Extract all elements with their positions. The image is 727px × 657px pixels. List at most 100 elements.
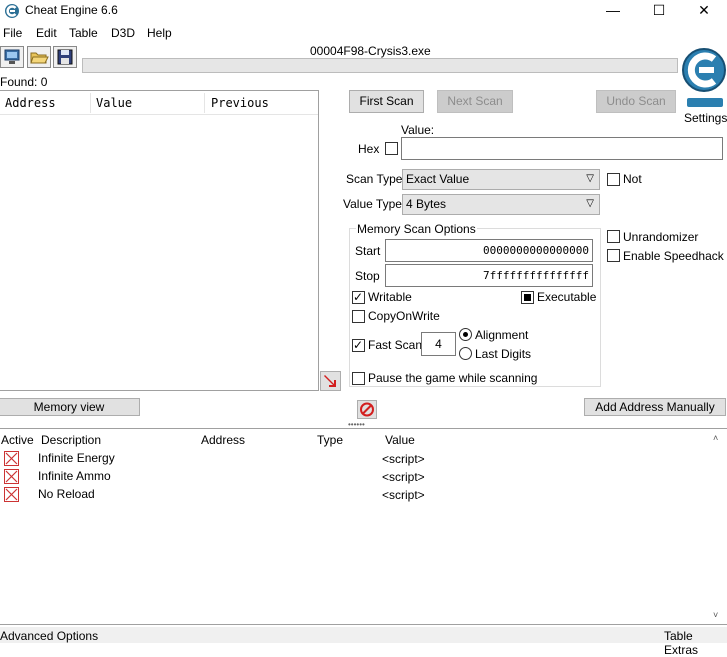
fast-scan-value-input[interactable]: 4 — [421, 332, 456, 356]
column-address[interactable]: Address — [5, 96, 56, 110]
column-description[interactable]: Description — [41, 433, 101, 447]
not-checkbox[interactable] — [607, 173, 620, 186]
open-file-icon — [30, 52, 49, 64]
executable-label: Executable — [537, 290, 597, 304]
first-scan-button[interactable]: First Scan — [349, 90, 424, 113]
table-row[interactable]: Infinite Energy <script> — [0, 449, 727, 467]
splitter-grip: •••••• — [348, 420, 365, 429]
undo-scan-button[interactable]: Undo Scan — [596, 90, 676, 113]
close-button[interactable]: ✕ — [681, 0, 727, 22]
add-address-manually-button[interactable]: Add Address Manually — [584, 398, 726, 416]
process-name: 00004F98-Crysis3.exe — [310, 44, 431, 58]
table-row[interactable]: Infinite Ammo <script> — [0, 467, 727, 485]
value-type-label: Value Type — [343, 197, 402, 211]
table-extras-button[interactable]: Table Extras — [664, 629, 727, 657]
scan-progress-bar — [82, 58, 678, 73]
splitter[interactable]: •••••• — [0, 420, 727, 429]
writable-checkbox[interactable] — [352, 289, 365, 305]
start-label: Start — [355, 244, 381, 258]
menu-bar: File Edit Table D3D Help — [0, 23, 727, 43]
settings-label[interactable]: Settings — [684, 111, 727, 125]
last-digits-label: Last Digits — [475, 347, 532, 361]
menu-help[interactable]: Help — [147, 25, 172, 41]
memory-view-button[interactable]: Memory view — [0, 398, 140, 416]
active-checkbox[interactable] — [4, 451, 19, 466]
scan-type-select[interactable]: Exact Value ▽ — [402, 169, 600, 190]
start-address-input[interactable]: 0000000000000000 — [385, 239, 593, 262]
speedhack-label: Enable Speedhack — [623, 249, 724, 263]
open-process-icon — [4, 49, 20, 64]
column-divider[interactable] — [90, 93, 91, 113]
table-row[interactable]: No Reload <script> — [0, 485, 727, 503]
last-digits-radio[interactable] — [459, 347, 472, 360]
hex-label: Hex — [358, 142, 380, 156]
column-previous[interactable]: Previous — [211, 96, 269, 110]
row-description: Infinite Energy — [38, 451, 115, 465]
settings-logo-icon[interactable] — [680, 42, 727, 110]
row-value: <script> — [382, 452, 425, 466]
open-process-button[interactable] — [0, 46, 24, 68]
value-type-select[interactable]: 4 Bytes ▽ — [402, 194, 600, 215]
column-value[interactable]: Value — [96, 96, 132, 110]
cheat-table[interactable]: Active Description Address Type Value In… — [0, 428, 727, 625]
speedhack-checkbox[interactable] — [607, 249, 620, 262]
cross-icon — [5, 452, 18, 465]
status-bar: Advanced Options Table Extras — [0, 627, 727, 657]
copyonwrite-checkbox[interactable] — [352, 310, 365, 323]
indeterminate-mark — [524, 294, 531, 301]
scroll-down-icon[interactable]: ˅ — [713, 610, 718, 620]
menu-edit[interactable]: Edit — [36, 25, 57, 41]
value-input[interactable] — [401, 137, 723, 160]
scroll-up-icon[interactable]: ˄ — [713, 433, 718, 443]
pause-game-checkbox[interactable] — [352, 372, 365, 385]
value-type-value: 4 Bytes — [406, 197, 447, 211]
unrandomizer-checkbox[interactable] — [607, 230, 620, 243]
results-header: Address Value Previous — [0, 91, 318, 115]
advanced-options-button[interactable]: Advanced Options — [0, 629, 98, 643]
menu-table[interactable]: Table — [69, 25, 98, 41]
active-checkbox[interactable] — [4, 487, 19, 502]
active-checkbox[interactable] — [4, 469, 19, 484]
window-title: Cheat Engine 6.6 — [25, 3, 118, 17]
memory-scan-options-title: Memory Scan Options — [356, 222, 477, 236]
cross-icon — [5, 470, 18, 483]
scan-type-label: Scan Type — [346, 172, 403, 186]
column-active[interactable]: Active — [1, 433, 34, 447]
stop-label: Stop — [355, 269, 380, 283]
hex-checkbox[interactable] — [385, 142, 398, 155]
unrandomizer-label: Unrandomizer — [623, 230, 699, 244]
stop-address-input[interactable]: 7fffffffffffffff — [385, 264, 593, 287]
save-button[interactable] — [53, 46, 77, 68]
row-value: <script> — [382, 470, 425, 484]
chevron-down-icon: ▽ — [586, 198, 594, 209]
column-divider[interactable] — [204, 93, 205, 113]
alignment-label: Alignment — [475, 328, 529, 342]
add-to-list-button[interactable] — [320, 371, 341, 391]
maximize-button[interactable]: ☐ — [636, 0, 682, 22]
menu-file[interactable]: File — [3, 25, 22, 41]
scan-results-list[interactable]: Address Value Previous — [0, 90, 319, 391]
column-address[interactable]: Address — [201, 433, 245, 447]
stop-button[interactable] — [357, 400, 377, 419]
alignment-radio[interactable] — [459, 328, 472, 341]
value-label: Value: — [401, 123, 435, 137]
found-count: Found: 0 — [0, 75, 48, 89]
cross-icon — [5, 488, 18, 501]
writable-label: Writable — [368, 290, 412, 304]
row-description: Infinite Ammo — [38, 469, 111, 483]
column-type[interactable]: Type — [317, 433, 343, 447]
copyonwrite-label: CopyOnWrite — [368, 309, 440, 323]
open-file-button[interactable] — [27, 46, 51, 68]
save-icon — [57, 49, 73, 65]
minimize-button[interactable]: — — [590, 0, 636, 22]
column-value[interactable]: Value — [385, 433, 415, 447]
fast-scan-checkbox[interactable] — [352, 337, 365, 353]
pause-game-label: Pause the game while scanning — [368, 371, 538, 385]
next-scan-button[interactable]: Next Scan — [437, 90, 513, 113]
fast-scan-label: Fast Scan — [368, 338, 423, 352]
row-value: <script> — [382, 488, 425, 502]
menu-d3d[interactable]: D3D — [111, 25, 135, 41]
chevron-down-icon: ▽ — [586, 173, 594, 184]
scan-type-value: Exact Value — [406, 172, 470, 186]
executable-checkbox[interactable] — [521, 291, 534, 304]
